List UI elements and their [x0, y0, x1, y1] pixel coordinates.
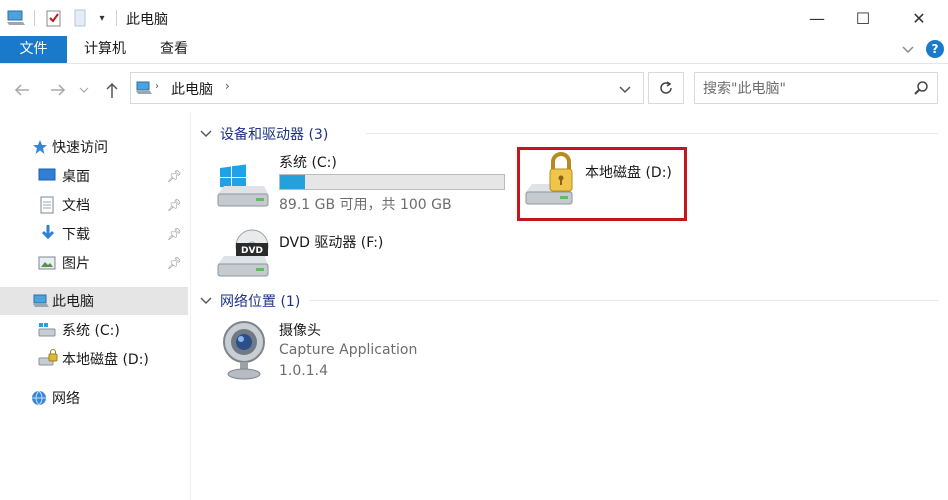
pictures-icon: [38, 256, 56, 274]
nav-item-label: 文档: [62, 198, 90, 214]
nav-item-label: 快速访问: [52, 140, 108, 156]
window-title: 此电脑: [126, 12, 168, 28]
refresh-button[interactable]: [648, 72, 684, 104]
chevron-down-icon: [200, 293, 212, 309]
search-input[interactable]: [703, 79, 903, 99]
pin-icon[interactable]: 📌︎: [167, 256, 182, 270]
breadcrumb-item[interactable]: 此电脑: [171, 79, 213, 99]
nav-item-this-pc[interactable]: 此电脑: [0, 287, 188, 315]
network-item-webcam[interactable]: 摄像头 Capture Application 1.0.1.4: [212, 318, 512, 384]
drive-usage-fill: [280, 175, 305, 189]
item-description: Capture Application: [279, 342, 418, 358]
nav-item-drive-d[interactable]: 本地磁盘 (D:): [0, 345, 188, 373]
close-button[interactable]: ✕: [896, 0, 942, 36]
group-divider: [366, 133, 938, 134]
nav-item-label: 桌面: [62, 169, 90, 185]
refresh-icon: [660, 81, 672, 94]
group-divider: [310, 300, 938, 301]
search-box: [694, 72, 938, 104]
nav-item-label: 系统 (C:): [62, 323, 120, 339]
drive-name: 系统 (C:): [279, 155, 337, 171]
help-icon[interactable]: ?: [926, 40, 944, 58]
title-bar: ▾ 此电脑 — ☐ ✕: [0, 0, 948, 36]
computer-icon: [135, 80, 153, 100]
nav-item-desktop[interactable]: 桌面 📌︎: [0, 162, 188, 190]
nav-item-label: 下载: [62, 227, 90, 243]
dvd-drive-icon: DVD: [216, 228, 270, 284]
address-bar[interactable]: › 此电脑 ›: [130, 72, 644, 104]
recent-locations-icon[interactable]: [76, 78, 92, 102]
nav-item-label: 图片: [62, 256, 90, 272]
pin-icon[interactable]: 📌︎: [167, 198, 182, 212]
star-icon: [32, 139, 48, 159]
breadcrumb-chevron-icon[interactable]: ›: [155, 81, 159, 92]
new-folder-icon[interactable]: [70, 8, 90, 28]
windows-drive-icon: [216, 164, 270, 216]
nav-item-documents[interactable]: 文档 📌︎: [0, 191, 188, 219]
highlight-box: [517, 147, 687, 221]
nav-item-quick-access[interactable]: 快速访问: [0, 133, 188, 161]
item-version: 1.0.1.4: [279, 363, 328, 379]
drive-space-text: 89.1 GB 可用，共 100 GB: [279, 197, 452, 213]
item-name: 摄像头: [279, 323, 321, 339]
drive-name: DVD 驱动器 (F:): [279, 235, 384, 251]
back-button[interactable]: [10, 78, 34, 102]
nav-item-label: 此电脑: [52, 294, 94, 310]
nav-item-label: 本地磁盘 (D:): [62, 352, 149, 368]
pin-icon[interactable]: 📌︎: [167, 227, 182, 241]
search-icon[interactable]: [913, 80, 929, 100]
minimize-button[interactable]: —: [794, 0, 840, 36]
ribbon-tabs: 文件 计算机 查看 ?: [0, 36, 948, 64]
tab-computer[interactable]: 计算机: [84, 36, 126, 63]
address-dropdown-icon[interactable]: [619, 82, 631, 98]
computer-icon: [6, 8, 26, 28]
download-icon: [40, 224, 56, 246]
tab-file[interactable]: 文件: [0, 36, 67, 63]
locked-drive-icon: [38, 349, 58, 371]
computer-icon: [32, 293, 50, 313]
customize-toolbar-icon[interactable]: ▾: [92, 8, 112, 28]
network-icon: [30, 389, 48, 411]
nav-item-drive-c[interactable]: 系统 (C:): [0, 316, 188, 344]
webcam-icon: [220, 320, 268, 384]
up-button[interactable]: [100, 78, 124, 102]
properties-icon[interactable]: [44, 8, 64, 28]
maximize-button[interactable]: ☐: [840, 0, 886, 36]
tab-view[interactable]: 查看: [160, 36, 188, 63]
document-icon: [40, 196, 54, 218]
nav-item-pictures[interactable]: 图片 📌︎: [0, 249, 188, 277]
breadcrumb-chevron-icon[interactable]: ›: [225, 79, 230, 93]
drive-usage-bar: [279, 174, 505, 190]
svg-text:DVD: DVD: [241, 246, 263, 256]
drive-item-f[interactable]: DVD DVD 驱动器 (F:): [212, 228, 512, 284]
desktop-icon: [38, 168, 56, 186]
navigation-pane: 快速访问 桌面 📌︎ 文档 📌︎ 下载 📌︎ 图片 📌︎ 此电脑 系统 (C:)…: [0, 112, 190, 500]
nav-item-network[interactable]: 网络: [0, 384, 188, 412]
group-header-label: 设备和驱动器 (3): [220, 127, 329, 143]
chevron-down-icon: [200, 126, 212, 142]
pin-icon[interactable]: 📌︎: [167, 169, 182, 183]
group-header-label: 网络位置 (1): [220, 294, 301, 310]
nav-item-downloads[interactable]: 下载 📌︎: [0, 220, 188, 248]
pane-divider: [190, 112, 191, 500]
group-header-devices[interactable]: 设备和驱动器 (3): [200, 124, 328, 144]
expand-ribbon-icon[interactable]: [900, 41, 916, 61]
drive-icon: [38, 323, 56, 341]
forward-button[interactable]: [46, 78, 70, 102]
nav-item-label: 网络: [52, 391, 80, 407]
group-header-network[interactable]: 网络位置 (1): [200, 291, 300, 311]
